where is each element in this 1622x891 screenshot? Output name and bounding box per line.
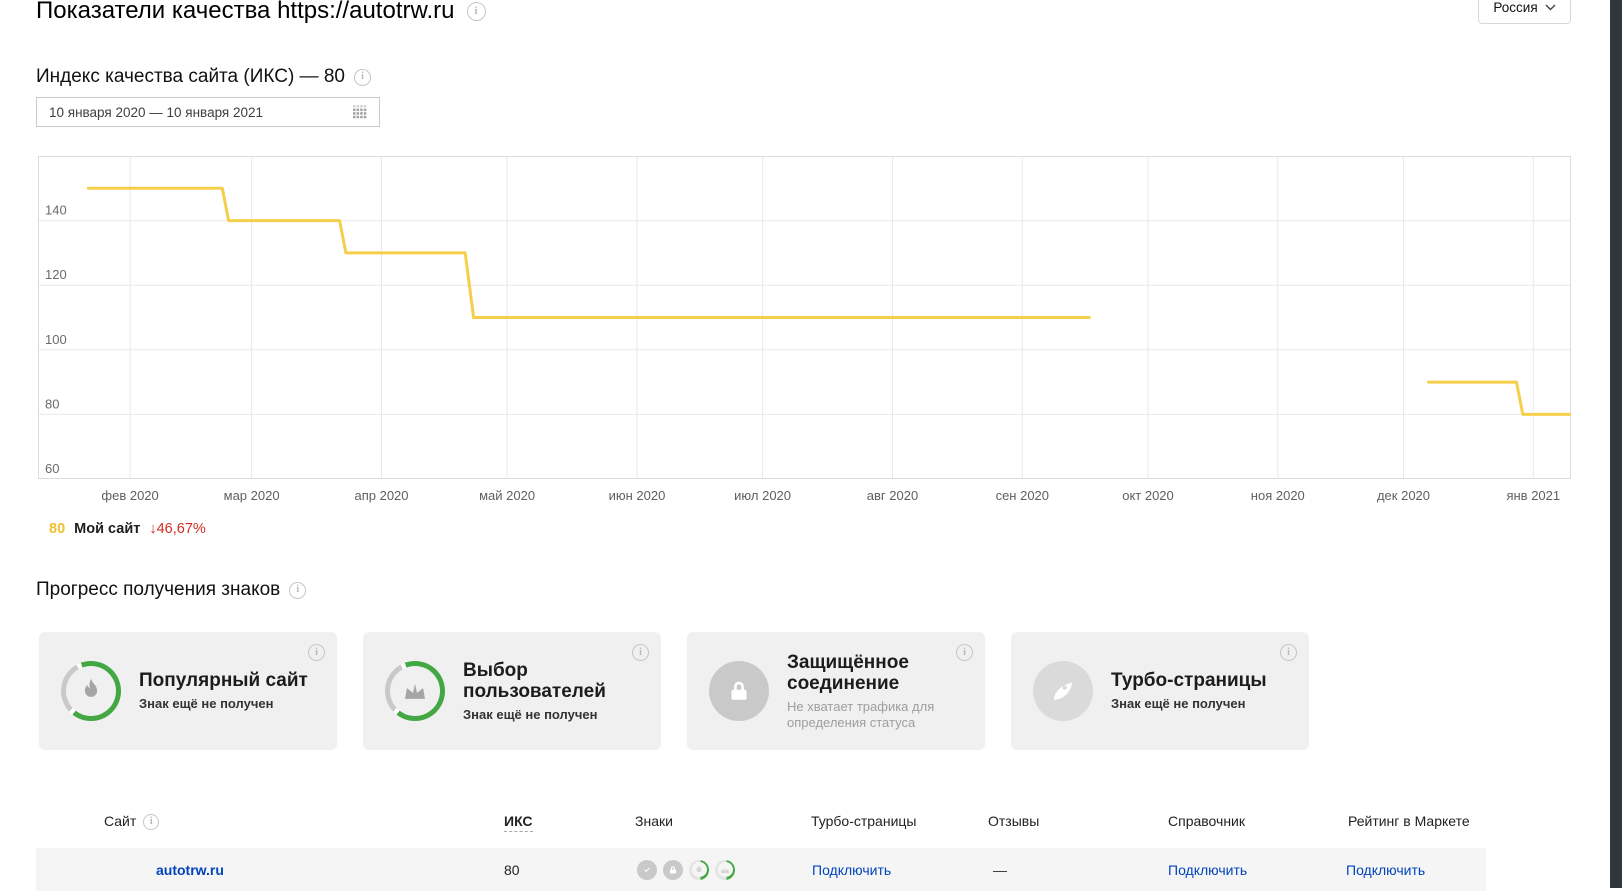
badge-status: Знак ещё не получен: [139, 696, 311, 712]
svg-text:ноя 2020: ноя 2020: [1251, 488, 1305, 503]
svg-text:80: 80: [45, 396, 59, 411]
region-label: Россия: [1493, 0, 1537, 15]
svg-text:60: 60: [45, 461, 59, 476]
crown-icon: [715, 860, 735, 880]
info-icon[interactable]: [308, 644, 325, 661]
badge-progress-ring: [61, 661, 121, 721]
badge-text: Выбор пользователей Знак ещё не получен: [463, 660, 635, 723]
sites-table: Сайт ИКС Знаки Турбо-страницы Отзывы Спр…: [36, 812, 1486, 891]
col-signs: Знаки: [625, 812, 800, 831]
svg-text:июл 2020: июл 2020: [734, 488, 791, 503]
badge-progress-ring: [1033, 661, 1093, 721]
info-icon[interactable]: [467, 2, 486, 21]
check-icon: [637, 860, 657, 880]
badges-heading: Прогресс получения знаков: [36, 579, 280, 601]
col-iks-label[interactable]: ИКС: [504, 813, 533, 832]
badge-title: Турбо-страницы: [1111, 670, 1283, 691]
badge-title: Популярный сайт: [139, 670, 311, 691]
reviews-value: —: [980, 862, 1155, 878]
lock-icon: [724, 676, 754, 706]
svg-text:120: 120: [45, 267, 67, 282]
badge-card: Популярный сайт Знак ещё не получен: [39, 632, 337, 750]
info-icon[interactable]: [289, 582, 306, 599]
badge-status: Не хватает трафика для определения стату…: [787, 699, 959, 731]
svg-text:100: 100: [45, 332, 67, 347]
svg-text:окт 2020: окт 2020: [1122, 488, 1174, 503]
legend-delta: ↓46,67%: [149, 521, 205, 537]
col-site: Сайт: [36, 812, 490, 831]
svg-text:июн 2020: июн 2020: [609, 488, 666, 503]
badge-text: Защищённое соединение Не хватает трафика…: [787, 652, 959, 731]
region-selector[interactable]: Россия: [1478, 0, 1571, 24]
page-header: Показатели качества https://autotrw.ru: [36, 0, 486, 25]
directory-cell: Подключить: [1155, 862, 1335, 878]
table-row: autotrw.ru 80 Подключить — Подключить По…: [36, 848, 1486, 891]
svg-text:140: 140: [45, 203, 67, 218]
col-reviews: Отзывы: [980, 812, 1155, 831]
iks-section-header: Индекс качества сайта (ИКС) — 80: [36, 66, 371, 88]
legend-series-name: Мой сайт: [74, 521, 140, 537]
badge-card: Защищённое соединение Не хватает трафика…: [687, 632, 985, 750]
svg-text:фев 2020: фев 2020: [101, 488, 158, 503]
svg-text:янв 2021: янв 2021: [1506, 488, 1560, 503]
badge-status: Знак ещё не получен: [463, 707, 635, 723]
iks-heading: Индекс качества сайта (ИКС) — 80: [36, 66, 345, 88]
iks-value: 80: [490, 862, 625, 878]
crown-icon: [400, 676, 430, 706]
info-icon[interactable]: [143, 814, 159, 830]
badge-text: Турбо-страницы Знак ещё не получен: [1111, 670, 1283, 712]
rocket-icon: [1048, 676, 1078, 706]
svg-text:апр 2020: апр 2020: [354, 488, 408, 503]
info-icon[interactable]: [632, 644, 649, 661]
badge-progress-ring: [709, 661, 769, 721]
signs-icons: [625, 860, 800, 880]
col-turbo: Турбо-страницы: [800, 812, 980, 831]
badge-text: Популярный сайт Знак ещё не получен: [139, 670, 311, 712]
legend-value: 80: [49, 521, 65, 537]
quality-indicators-page: Показатели качества https://autotrw.ru Р…: [0, 0, 1622, 888]
badge-progress-ring: [385, 661, 445, 721]
chevron-down-icon: [1545, 4, 1556, 11]
badge-cards: Популярный сайт Знак ещё не получен Выбо…: [39, 632, 1309, 750]
iks-chart[interactable]: 60 80 100 120 140 фев 2020 мар 2020 апр 2020 май…: [38, 156, 1571, 508]
svg-text:авг 2020: авг 2020: [867, 488, 918, 503]
svg-text:май 2020: май 2020: [479, 488, 535, 503]
info-icon[interactable]: [354, 69, 371, 86]
col-iks: ИКС: [490, 812, 625, 831]
svg-text:дек 2020: дек 2020: [1377, 488, 1430, 503]
flame-icon: [689, 860, 709, 880]
svg-text:сен 2020: сен 2020: [996, 488, 1049, 503]
flame-icon: [76, 676, 106, 706]
badges-section-header: Прогресс получения знаков: [36, 579, 306, 601]
badge-title: Выбор пользователей: [463, 660, 635, 702]
info-icon[interactable]: [1280, 644, 1297, 661]
badge-card: Выбор пользователей Знак ещё не получен: [363, 632, 661, 750]
info-icon[interactable]: [956, 644, 973, 661]
turbo-cell: Подключить: [800, 862, 980, 878]
col-site-label: Сайт: [104, 812, 136, 831]
chart-legend: 80 Мой сайт ↓46,67%: [49, 521, 206, 537]
svg-text:мар 2020: мар 2020: [224, 488, 280, 503]
connect-turbo-link[interactable]: Подключить: [812, 862, 891, 878]
dark-edge-bar: [1610, 0, 1622, 888]
connect-market-link[interactable]: Подключить: [1346, 862, 1425, 878]
table-header: Сайт ИКС Знаки Турбо-страницы Отзывы Спр…: [36, 812, 1486, 831]
page-title: Показатели качества https://autotrw.ru: [36, 0, 455, 25]
badge-title: Защищённое соединение: [787, 652, 959, 694]
date-range-input[interactable]: 10 января 2020 — 10 января 2021: [36, 97, 380, 127]
col-market: Рейтинг в Маркете: [1335, 812, 1486, 831]
lock-icon: [663, 860, 683, 880]
calendar-icon: [353, 105, 367, 119]
connect-directory-link[interactable]: Подключить: [1168, 862, 1247, 878]
site-cell: autotrw.ru: [36, 862, 490, 878]
market-cell: Подключить: [1335, 862, 1486, 878]
site-link[interactable]: autotrw.ru: [156, 862, 224, 878]
iks-line-chart: 60 80 100 120 140 фев 2020 мар 2020 апр 2020 май…: [38, 156, 1571, 508]
badge-status: Знак ещё не получен: [1111, 696, 1283, 712]
col-directory: Справочник: [1155, 812, 1335, 831]
badge-card: Турбо-страницы Знак ещё не получен: [1011, 632, 1309, 750]
date-range-value: 10 января 2020 — 10 января 2021: [49, 105, 263, 120]
